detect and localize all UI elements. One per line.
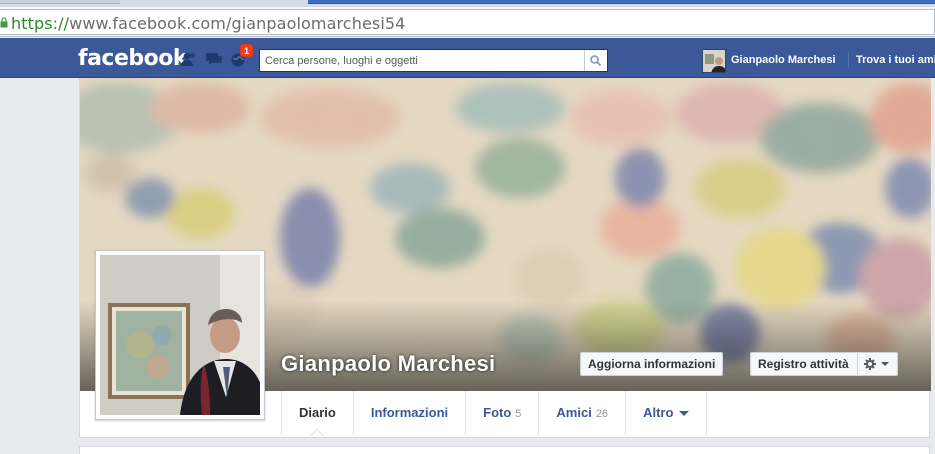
search-input[interactable] <box>260 50 584 71</box>
profile-photo-image <box>100 255 260 415</box>
nav-divider <box>848 52 849 68</box>
page-background <box>0 78 79 454</box>
tab-label: Amici <box>556 405 592 420</box>
gear-icon <box>863 358 889 370</box>
tab-label: Foto <box>483 405 512 420</box>
activity-log-button[interactable]: Registro attività <box>750 352 898 376</box>
magnifier-icon <box>590 55 602 67</box>
lock-icon <box>0 17 8 28</box>
tab-altro[interactable]: Altro <box>625 391 708 435</box>
profile-picture[interactable] <box>95 250 265 420</box>
tab-informazioni[interactable]: Informazioni <box>352 391 465 435</box>
user-name-link[interactable]: Gianpaolo Marchesi <box>731 54 836 66</box>
settings-dropdown[interactable] <box>856 353 897 375</box>
facebook-logo[interactable]: facebook <box>78 46 188 71</box>
active-tab-pointer <box>310 429 325 436</box>
browser-tab[interactable] <box>0 0 120 4</box>
next-content-card <box>79 446 930 454</box>
url-field[interactable]: https://www.facebook.com/gianpaolomarche… <box>0 9 935 35</box>
url-scheme: https:// <box>11 14 70 33</box>
user-avatar[interactable] <box>702 49 726 73</box>
tab-amici[interactable]: Amici 26 <box>538 391 625 435</box>
url-text: https://www.facebook.com/gianpaolomarche… <box>11 14 405 33</box>
address-bar: https://www.facebook.com/gianpaolomarche… <box>0 7 935 37</box>
tab-label: Informazioni <box>370 405 449 420</box>
find-friends-link[interactable]: Trova i tuoi amici <box>856 54 935 66</box>
profile-name[interactable]: Gianpaolo Marchesi <box>281 351 495 377</box>
search-box <box>259 49 608 72</box>
messages-icon[interactable] <box>205 51 223 67</box>
tab-foto[interactable]: Foto 5 <box>465 391 538 435</box>
notification-badge[interactable]: 1 <box>240 44 254 57</box>
update-info-button[interactable]: Aggiorna informazioni <box>580 352 724 376</box>
browser-tab-active[interactable] <box>308 0 935 4</box>
search-button[interactable] <box>584 50 607 71</box>
caret-down-icon <box>679 411 690 417</box>
url-path: www.facebook.com/gianpaolomarchesi54 <box>69 14 406 33</box>
facebook-top-bar: facebook 1 Gianpaolo Marchesi Tro <box>0 38 935 78</box>
timeline-header: Gianpaolo Marchesi Aggiorna informazioni… <box>79 78 931 438</box>
tab-label: Altro <box>643 405 674 420</box>
tab-count: 5 <box>515 408 522 420</box>
caret-down-icon <box>880 362 889 366</box>
activity-log-label: Registro attività <box>758 357 849 371</box>
tab-label: Diario <box>299 405 336 420</box>
tab-diario[interactable]: Diario <box>281 391 353 436</box>
tab-count: 26 <box>595 408 609 420</box>
timeline-tabs: Diario Informazioni Foto 5 Amici 26 Altro <box>281 391 708 436</box>
friend-requests-icon[interactable] <box>180 51 198 67</box>
browser-tabstrip <box>0 0 935 7</box>
